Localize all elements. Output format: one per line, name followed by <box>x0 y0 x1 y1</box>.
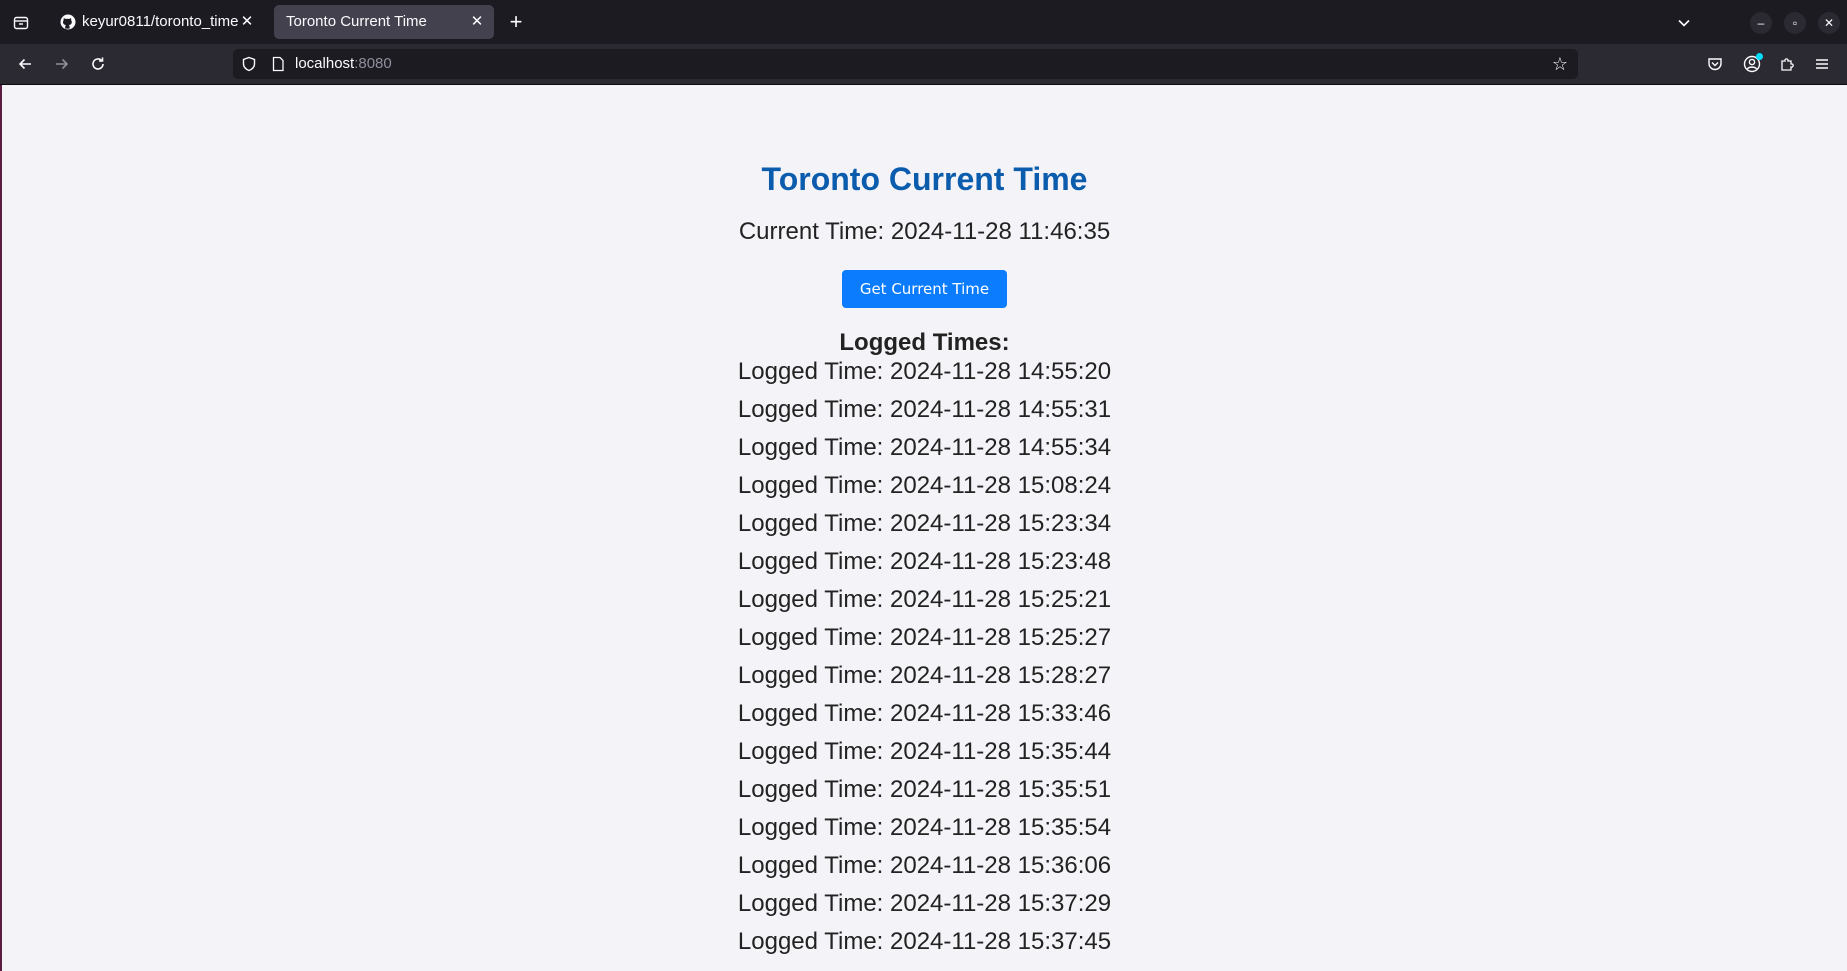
logged-time-item: Logged Time: 2024-11-28 15:08:24 <box>737 472 1112 499</box>
page-content: Toronto Current Time Current Time: 2024-… <box>2 85 1847 971</box>
back-arrow-icon[interactable] <box>12 52 38 76</box>
notification-dot <box>1756 53 1763 60</box>
logged-time-item: Logged Time: 2024-11-28 14:55:31 <box>737 396 1112 423</box>
logged-time-item: Logged Time: 2024-11-28 15:35:51 <box>737 776 1112 803</box>
url-text[interactable]: localhost:8080 <box>295 49 392 79</box>
tab-toronto-current-time[interactable]: Toronto Current Time ✕ <box>274 5 494 39</box>
logged-time-item: Logged Time: 2024-11-28 15:35:54 <box>737 814 1112 841</box>
logged-time-item: Logged Time: 2024-11-28 15:36:06 <box>737 852 1112 879</box>
close-tab-icon[interactable]: ✕ <box>468 5 486 39</box>
tab-title: keyur0811/toronto_time <box>82 13 239 30</box>
new-tab-icon[interactable]: + <box>504 10 528 34</box>
page-info-icon[interactable] <box>270 56 286 72</box>
logged-time-item: Logged Time: 2024-11-28 15:23:34 <box>737 510 1112 537</box>
browser-tab-bar: keyur0811/toronto_time ✕ Toronto Current… <box>0 0 1847 44</box>
reload-icon[interactable] <box>85 52 111 76</box>
pocket-icon[interactable] <box>1703 52 1727 76</box>
logged-time-item: Logged Time: 2024-11-28 15:25:27 <box>737 624 1112 651</box>
tab-overview-icon[interactable] <box>10 12 32 34</box>
forward-arrow-icon[interactable] <box>49 52 75 76</box>
close-window-icon[interactable]: ✕ <box>1818 12 1840 34</box>
logged-time-item: Logged Time: 2024-11-28 15:33:46 <box>737 700 1112 727</box>
logged-times-list: Logged Time: 2024-11-28 14:55:20 Logged … <box>2 353 1847 961</box>
logged-time-item: Logged Time: 2024-11-28 14:55:20 <box>737 358 1112 385</box>
tab-title: Toronto Current Time <box>286 13 427 30</box>
logged-time-item: Logged Time: 2024-11-28 15:37:45 <box>737 928 1112 955</box>
logged-time-item: Logged Time: 2024-11-28 15:25:21 <box>737 586 1112 613</box>
url-host: localhost <box>295 55 355 72</box>
extensions-puzzle-icon[interactable] <box>1775 52 1799 76</box>
account-icon[interactable] <box>1740 52 1764 76</box>
logged-time-item: Logged Time: 2024-11-28 15:28:27 <box>737 662 1112 689</box>
logged-time-item: Logged Time: 2024-11-28 15:37:29 <box>737 890 1112 917</box>
logged-time-item: Logged Time: 2024-11-28 15:35:44 <box>737 738 1112 765</box>
page-title: Toronto Current Time <box>761 161 1088 197</box>
browser-nav-bar: localhost:8080 ☆ <box>0 44 1847 85</box>
logged-time-item: Logged Time: 2024-11-28 14:55:34 <box>737 434 1112 461</box>
address-bar[interactable]: localhost:8080 ☆ <box>233 49 1578 79</box>
current-time-display: Current Time: 2024-11-28 11:46:35 <box>738 218 1111 245</box>
hamburger-menu-icon[interactable] <box>1810 52 1834 76</box>
restore-icon[interactable]: ▫ <box>1784 12 1806 34</box>
logged-time-item: Logged Time: 2024-11-28 15:23:48 <box>737 548 1112 575</box>
tracking-protection-shield-icon[interactable] <box>241 56 257 72</box>
close-tab-icon[interactable]: ✕ <box>238 5 256 39</box>
minimize-icon[interactable]: – <box>1750 12 1772 34</box>
bookmark-star-icon[interactable]: ☆ <box>1550 53 1570 75</box>
tab-github[interactable]: keyur0811/toronto_time ✕ <box>50 5 264 39</box>
tab-list-chevron-down-icon[interactable] <box>1672 12 1696 34</box>
github-icon <box>60 14 76 30</box>
get-current-time-button[interactable]: Get Current Time <box>842 270 1007 308</box>
url-port: :8080 <box>354 55 392 72</box>
